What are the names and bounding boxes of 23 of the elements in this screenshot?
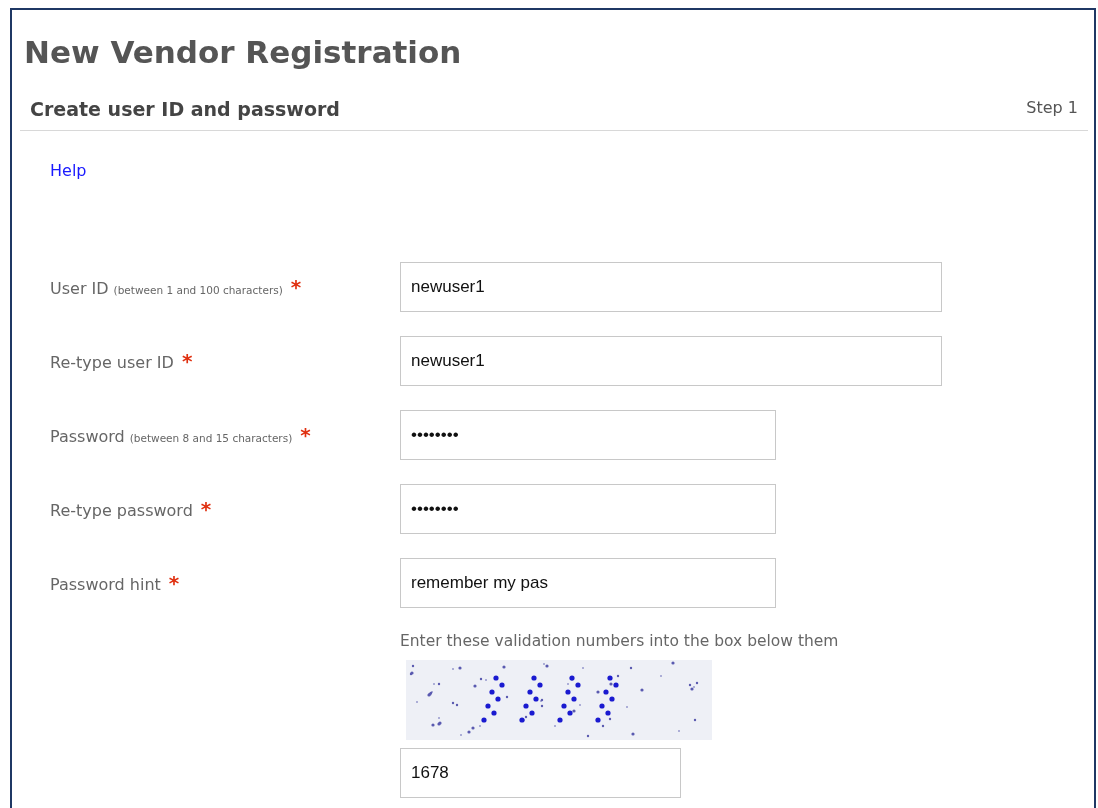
field-label: Re-type user ID — [50, 353, 174, 372]
section-title: Create user ID and password — [30, 98, 340, 120]
input-field[interactable]: 1678 — [400, 748, 681, 798]
field-label: Password hint — [50, 575, 161, 594]
input-field[interactable]: •••••••• — [400, 410, 776, 460]
input-field[interactable]: •••••••• — [400, 484, 776, 534]
field-hint: (between 1 and 100 characters) — [113, 284, 283, 296]
input-field[interactable]: newuser1 — [400, 262, 942, 312]
help-link[interactable]: Help — [50, 161, 87, 180]
required-mark: * — [181, 349, 193, 373]
field-label: User ID — [50, 279, 109, 298]
required-mark: * — [200, 497, 212, 521]
required-mark: * — [300, 423, 311, 447]
input-field[interactable]: newuser1 — [400, 336, 942, 386]
required-mark: * — [168, 571, 180, 595]
field-hint: (between 8 and 15 characters) — [129, 432, 293, 444]
step-indicator: Step 1 — [1026, 98, 1078, 119]
field-label: Password — [50, 427, 125, 446]
page-title: New Vendor Registration — [24, 34, 463, 70]
input-field[interactable]: remember my pas — [400, 558, 776, 608]
validation-instruction: Enter these validation numbers into the box below them — [400, 632, 839, 650]
required-mark: * — [290, 275, 302, 299]
field-label: Re-type password — [50, 501, 193, 520]
